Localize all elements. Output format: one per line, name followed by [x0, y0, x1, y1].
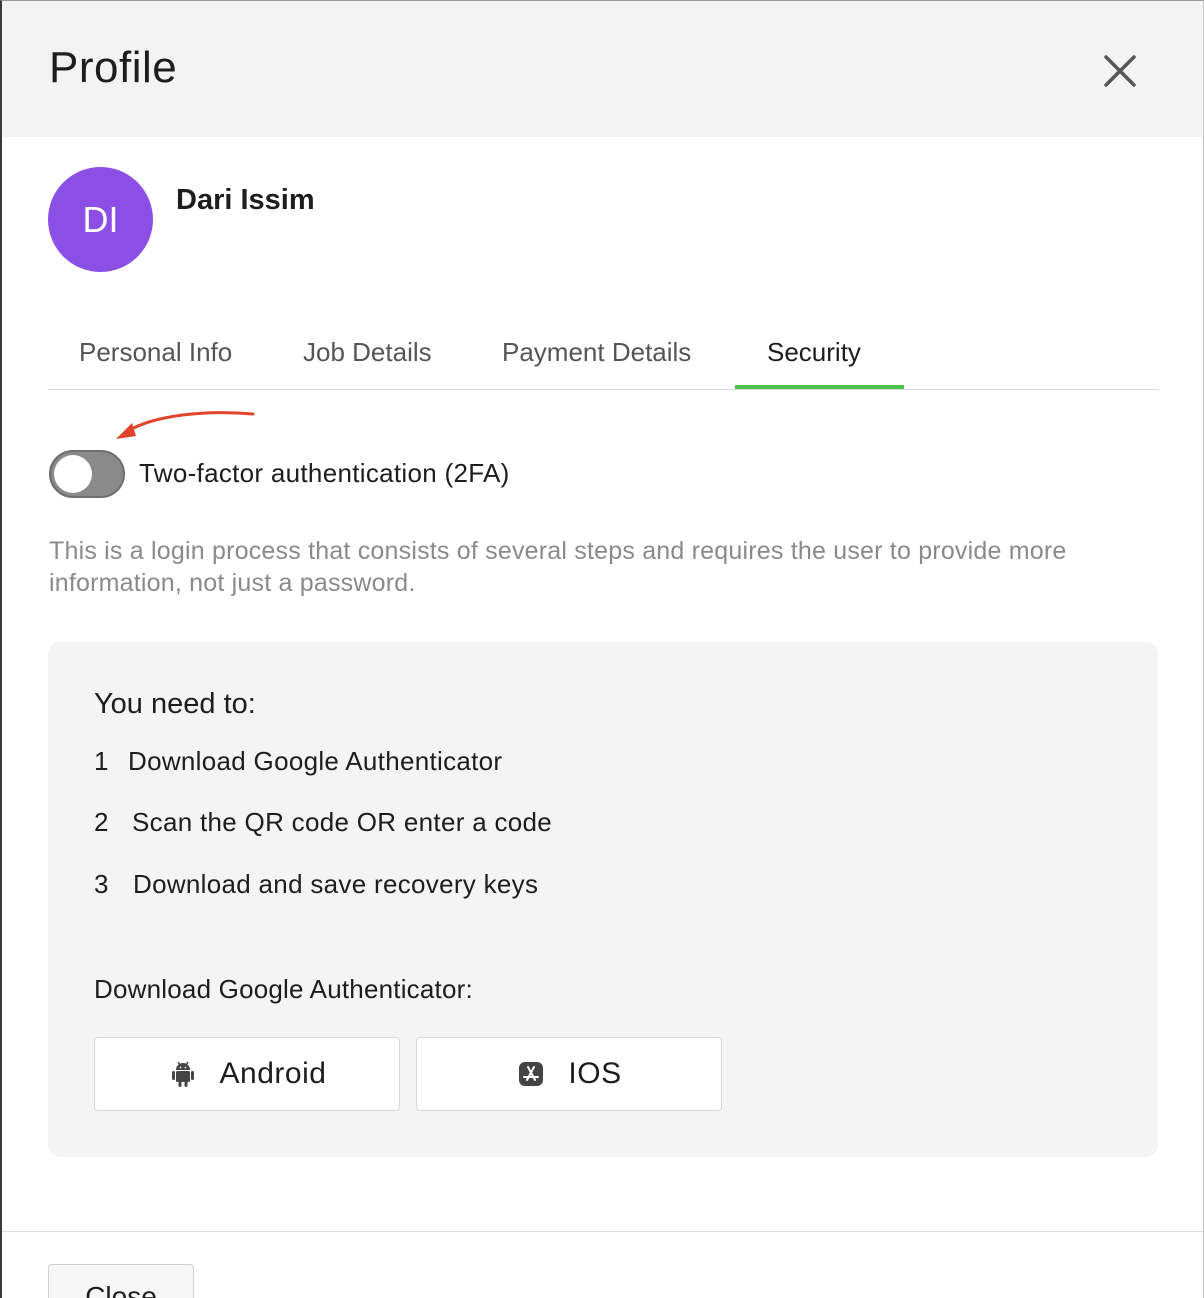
- tab-personal-info[interactable]: Personal Info: [79, 337, 232, 368]
- modal-header: Profile: [2, 1, 1203, 137]
- ios-button-label: IOS: [568, 1057, 622, 1090]
- android-button-label: Android: [219, 1057, 327, 1090]
- twofa-label: Two-factor authentication (2FA): [139, 458, 510, 488]
- step-text: Download Google Authenticator: [128, 746, 503, 776]
- close-button[interactable]: Close: [48, 1264, 194, 1298]
- modal-footer: Close: [2, 1231, 1203, 1298]
- android-download-button[interactable]: Android: [94, 1037, 400, 1111]
- profile-tabs: Personal Info Job Details Payment Detail…: [48, 323, 1158, 390]
- list-item: 1 Download Google Authenticator: [94, 746, 502, 777]
- avatar: DI: [48, 167, 153, 272]
- tab-security[interactable]: Security: [767, 337, 861, 368]
- list-item: 2 Scan the QR code OR enter a code: [94, 807, 552, 838]
- tab-job-details[interactable]: Job Details: [303, 337, 432, 368]
- close-icon[interactable]: [1098, 49, 1142, 93]
- step-text: Scan the QR code OR enter a code: [132, 807, 553, 837]
- panel-title: You need to:: [94, 688, 256, 720]
- twofa-toggle[interactable]: [49, 450, 125, 498]
- android-icon: [168, 1059, 198, 1089]
- step-number: 3: [94, 869, 109, 899]
- modal-title: Profile: [49, 43, 178, 92]
- tab-payment-details[interactable]: Payment Details: [502, 337, 691, 368]
- list-item: 3 Download and save recovery keys: [94, 869, 538, 900]
- twofa-description: This is a login process that consists of…: [49, 537, 1067, 597]
- profile-modal: Profile DI Dari Issim Personal Info Job …: [0, 0, 1204, 1298]
- step-number: 2: [94, 807, 109, 837]
- step-number: 1: [94, 746, 109, 776]
- annotation-arrow-icon: [116, 411, 255, 439]
- instructions-panel: You need to: 1 Download Google Authentica…: [48, 642, 1158, 1157]
- user-name: Dari Issim: [176, 184, 315, 216]
- ios-download-button[interactable]: IOS: [416, 1037, 722, 1111]
- app-store-icon: [516, 1059, 546, 1089]
- toggle-knob: [54, 455, 92, 493]
- download-label: Download Google Authenticator:: [94, 974, 473, 1004]
- step-text: Download and save recovery keys: [133, 869, 539, 899]
- active-tab-indicator: [735, 385, 904, 389]
